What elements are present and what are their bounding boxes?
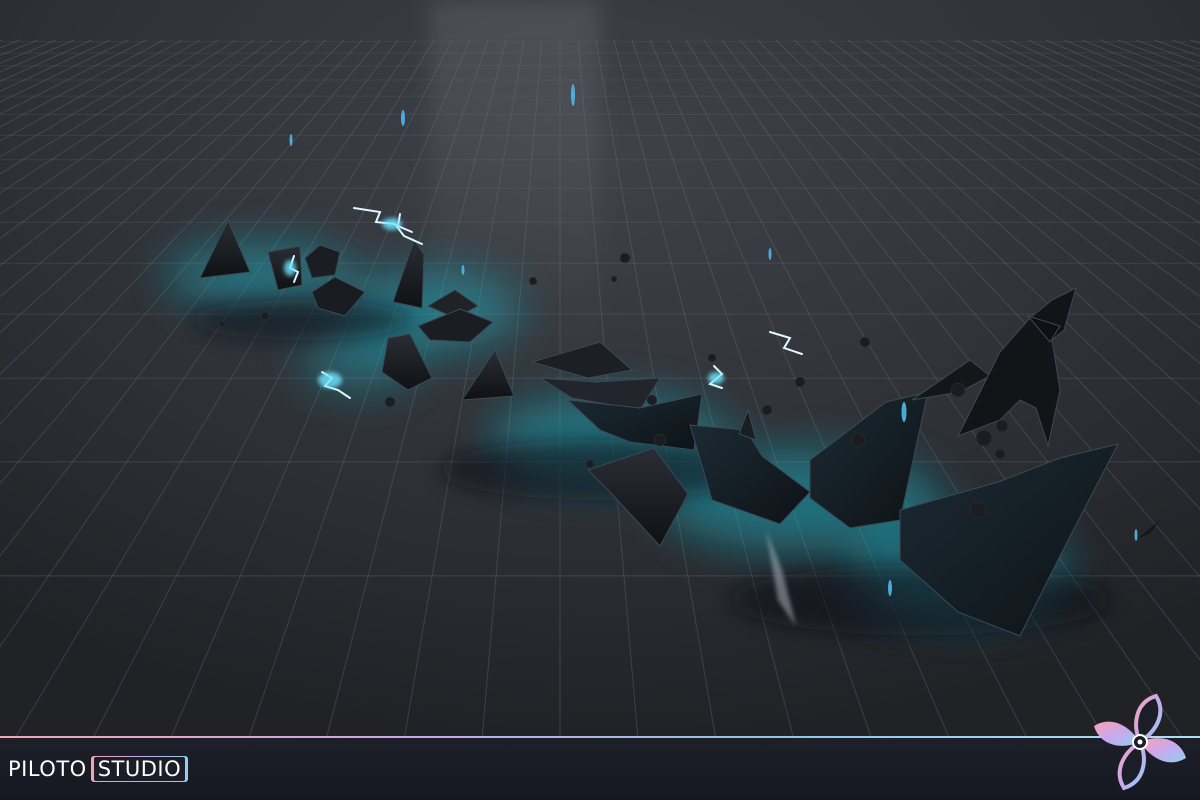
pebble xyxy=(859,336,871,348)
fan-blade-icon xyxy=(1094,693,1186,791)
pebble xyxy=(384,396,396,408)
pebble xyxy=(260,311,270,321)
logo-text-badge: STUDIO xyxy=(90,756,189,782)
pebble xyxy=(995,419,1009,433)
studio-logo: PILOTO STUDIO xyxy=(8,754,189,784)
pebble xyxy=(794,376,806,388)
pebble xyxy=(218,320,226,328)
scene-render xyxy=(0,0,1200,740)
pebble xyxy=(850,432,866,448)
pebble xyxy=(707,353,717,363)
pebble xyxy=(950,382,966,398)
pebble xyxy=(610,275,618,283)
pebble xyxy=(761,404,773,416)
logo-text-primary: PILOTO xyxy=(8,757,87,781)
pebble xyxy=(528,276,538,286)
pebble xyxy=(994,448,1006,460)
logo-text-secondary: STUDIO xyxy=(93,757,186,781)
pebble xyxy=(969,501,987,519)
pebble xyxy=(619,252,631,264)
viewport: PILOTO STUDIO xyxy=(0,0,1200,800)
pebble xyxy=(646,394,658,406)
pebble xyxy=(585,459,595,469)
pebble xyxy=(975,429,993,447)
pebble xyxy=(653,433,667,447)
